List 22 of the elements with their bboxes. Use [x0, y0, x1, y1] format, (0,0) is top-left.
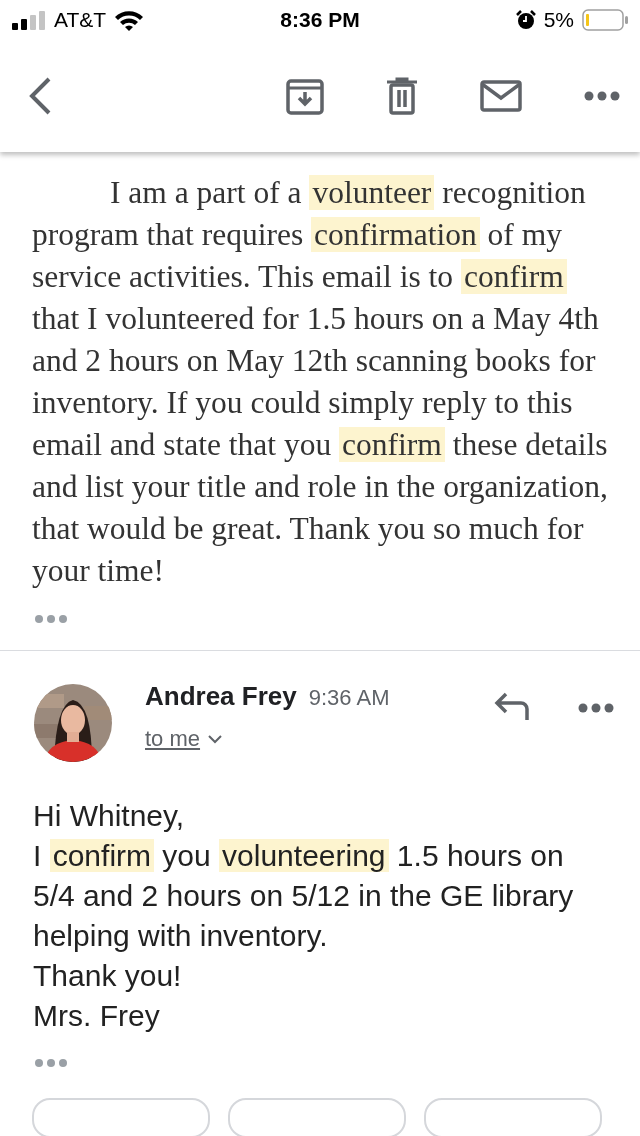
trash-icon[interactable]	[386, 77, 418, 115]
more-icon[interactable]	[584, 91, 620, 101]
wifi-icon	[114, 9, 145, 31]
clock-text: 8:36 PM	[280, 8, 360, 32]
reply-icon[interactable]	[494, 691, 530, 721]
battery-icon	[582, 9, 628, 31]
back-icon[interactable]	[28, 77, 52, 115]
signal-icon	[12, 10, 46, 30]
message-body: I am a part of a volunteer recognition program that requires confirmation of my service activities. This email is to confirm that I volunteered for 1.5 hours on a May 4th and 2 hours on May 12th scanning books for inventory. If you could simply reply to this email and state that you confirm these details and list your title and role in the organization, that would be great. Thank you so much for your time!	[31, 174, 609, 590]
sender-name: Andrea Frey	[145, 681, 297, 712]
message-body: Hi Whitney, I confirm you volunteering 1.5 hours on 5/4 and 2 hours on 5/12 in the GE library helping with inventory. Thank you! Mrs. Frey	[32, 798, 575, 1034]
battery-text: 5%	[543, 8, 574, 32]
more-icon[interactable]	[578, 703, 614, 713]
expand-icon[interactable]	[35, 614, 67, 624]
recipient-link[interactable]: to me	[145, 726, 201, 752]
mail-icon[interactable]	[480, 80, 522, 112]
archive-icon[interactable]	[286, 77, 324, 115]
expand-icon[interactable]	[35, 1058, 67, 1068]
carrier-text: AT&T	[54, 8, 107, 32]
timestamp: 9:36 AM	[308, 685, 390, 711]
chevron-down-icon[interactable]	[208, 734, 223, 744]
alarm-icon	[515, 10, 536, 30]
